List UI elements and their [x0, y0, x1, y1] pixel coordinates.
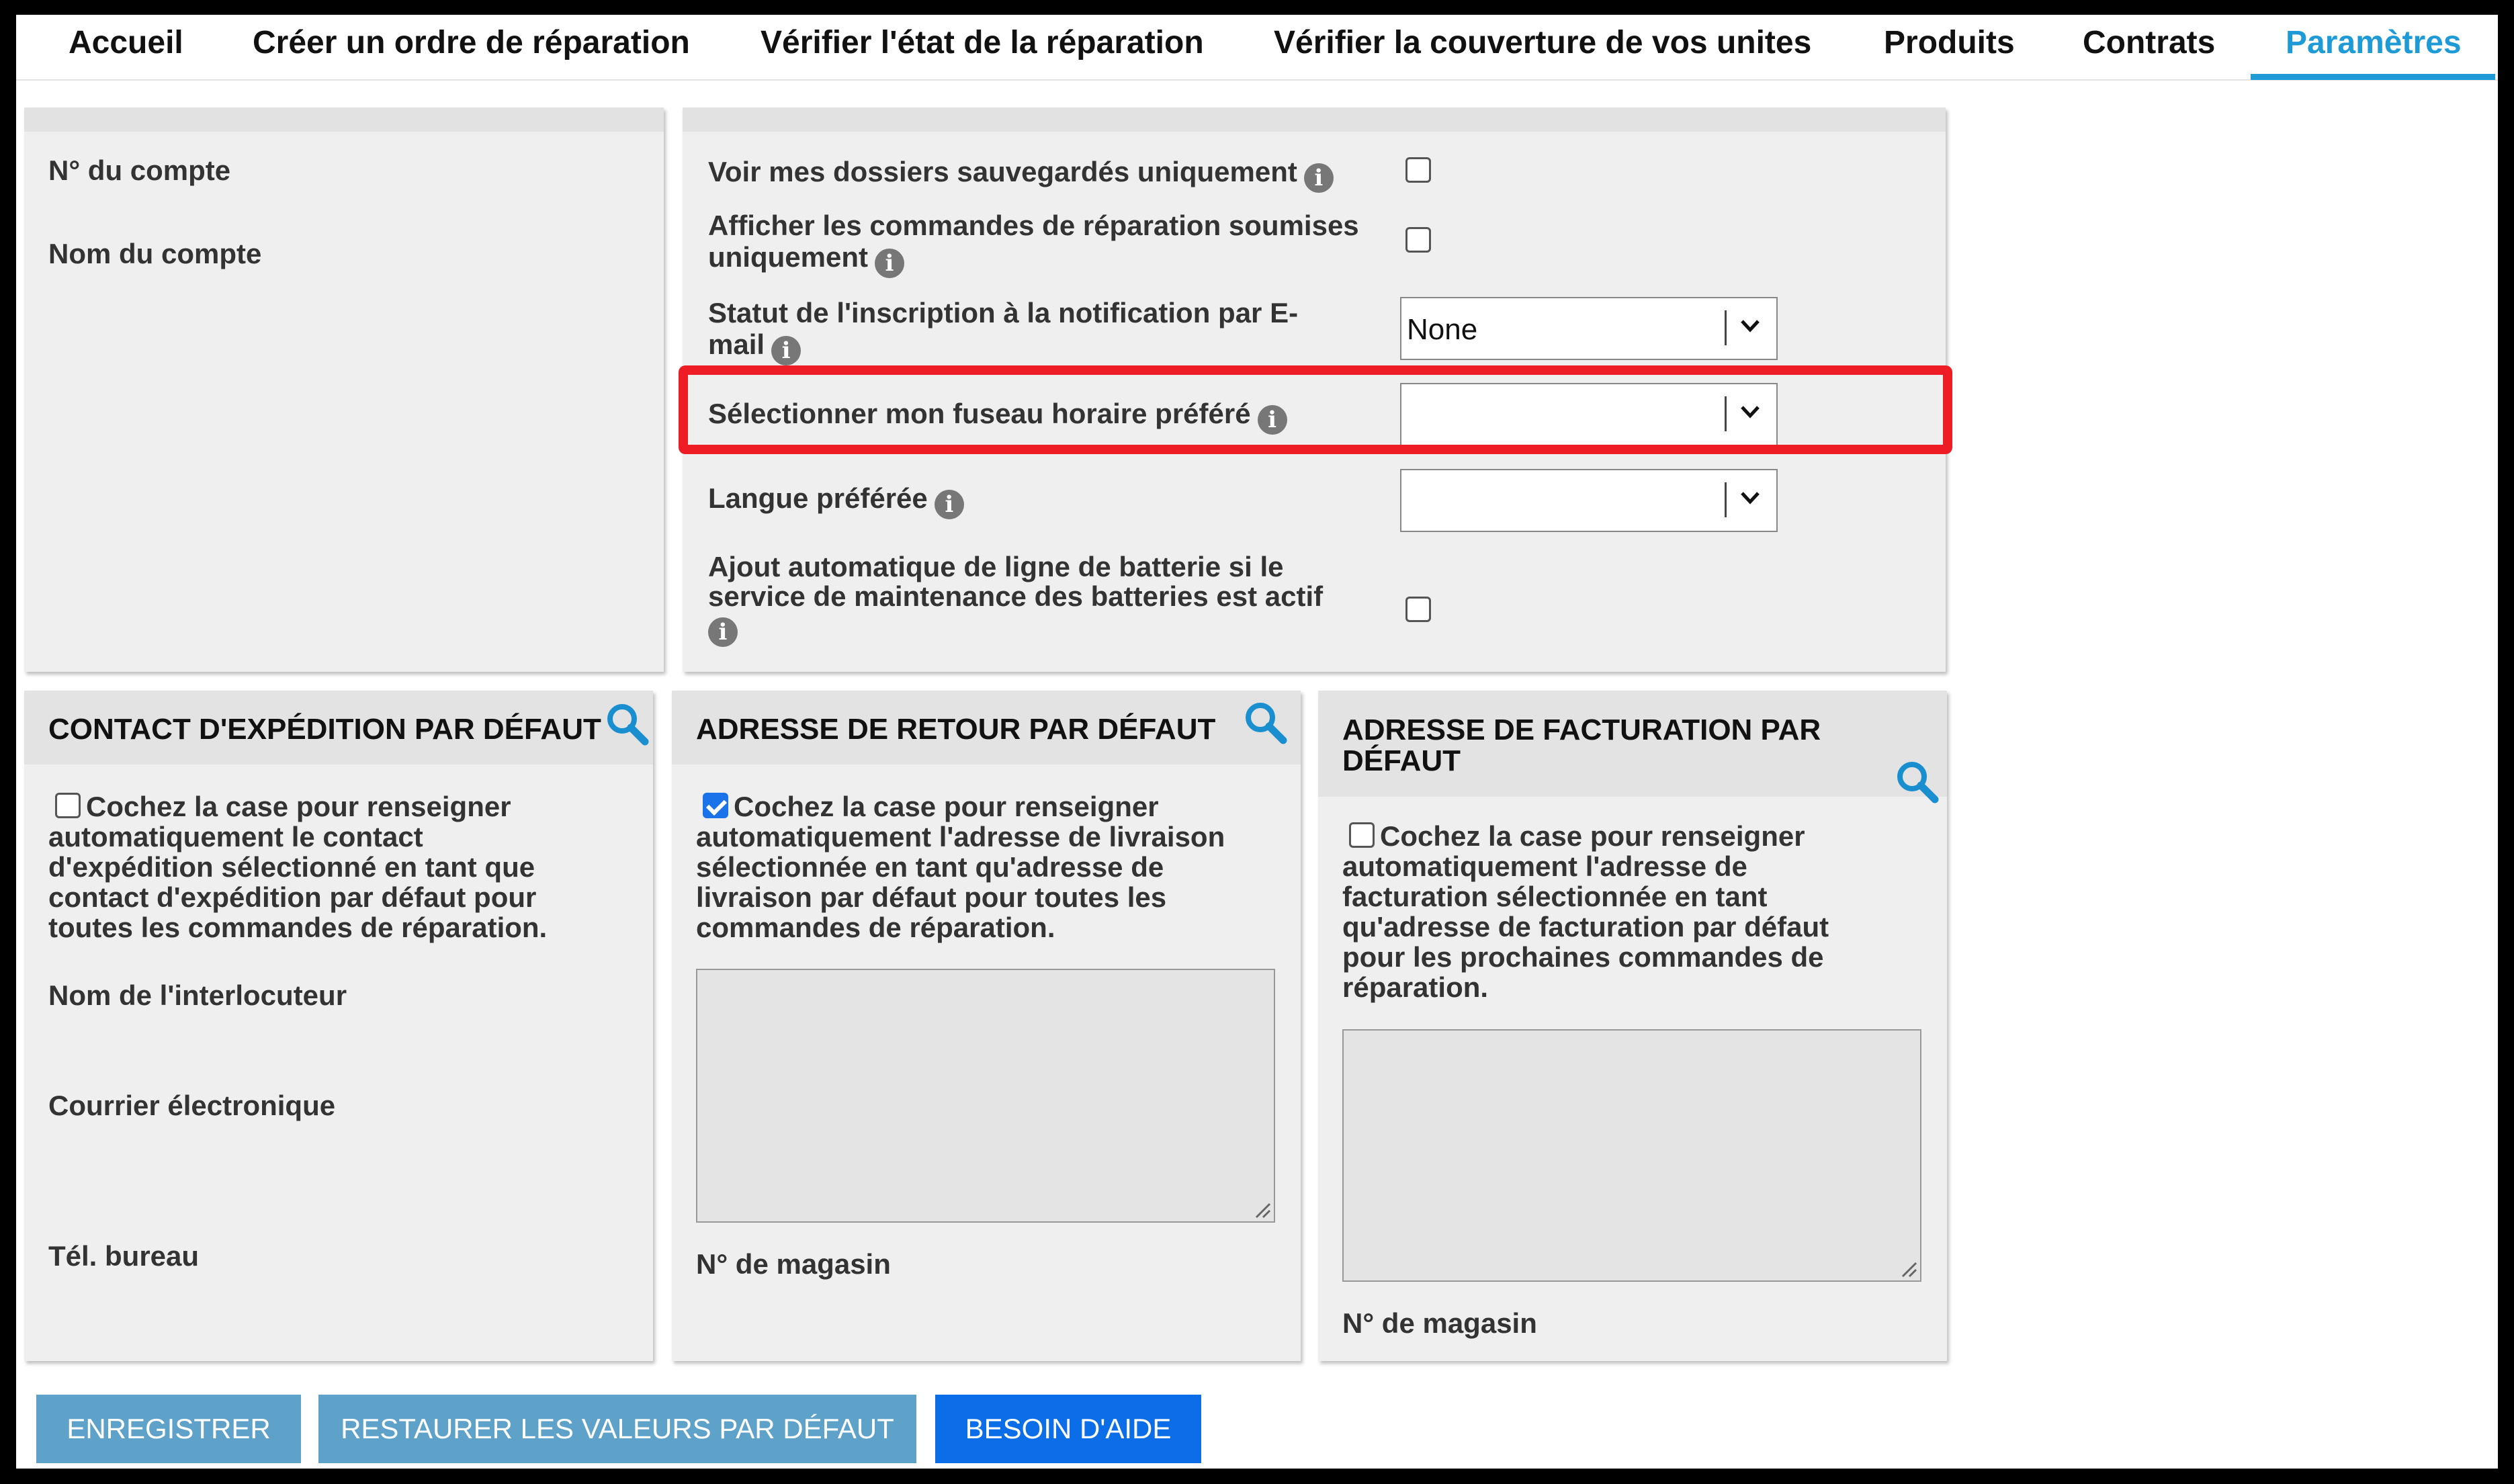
- chevron-down-icon: [1741, 492, 1760, 505]
- main-nav: Accueil Créer un ordre de réparation Vér…: [16, 15, 2498, 81]
- email-notification-value: None: [1407, 313, 1478, 346]
- restore-defaults-button[interactable]: RESTAURER LES VALEURS PAR DÉFAUT: [318, 1395, 916, 1463]
- billing-address-title: ADRESSE DE FACTURATION PAR DÉFAUT: [1342, 715, 1893, 777]
- autofill-line: réparation.: [1342, 971, 1489, 1003]
- tab-check-coverage[interactable]: Vérifier la couverture de vos unites: [1274, 25, 1811, 81]
- active-tab-indicator: [2251, 74, 2495, 80]
- submitted-orders-only-label: Afficher les commandes de réparation sou…: [708, 210, 1420, 279]
- saved-files-only-label: Voir mes dossiers sauvegardés uniquement…: [708, 156, 1334, 193]
- app-window: Accueil Créer un ordre de réparation Vér…: [16, 15, 2498, 1469]
- tab-create-repair-order[interactable]: Créer un ordre de réparation: [253, 25, 690, 81]
- autofill-line: automatiquement le contact: [48, 821, 423, 853]
- panel-header-strip: [24, 107, 664, 132]
- account-panel: N° du compte Nom du compte: [24, 107, 664, 672]
- return-address-title: ADRESSE DE RETOUR PAR DÉFAUT: [696, 713, 1216, 746]
- info-icon[interactable]: i: [934, 490, 964, 519]
- language-label: Langue préférée i: [708, 482, 964, 519]
- submitted-orders-only-text-2: uniquement: [708, 241, 868, 273]
- info-icon[interactable]: i: [771, 336, 801, 366]
- autofill-line: sélectionnée en tant qu'adresse de: [696, 851, 1164, 883]
- info-icon[interactable]: i: [875, 249, 904, 279]
- autofill-line: commandes de réparation.: [696, 912, 1055, 943]
- autofill-line: Cochez la case pour renseigner: [1380, 820, 1805, 852]
- return-address-panel: ADRESSE DE RETOUR PAR DÉFAUT Cochez la c…: [672, 691, 1301, 1361]
- battery-line-label: Ajout automatique de ligne de batterie s…: [708, 552, 1407, 647]
- autofill-line: automatiquement l'adresse de: [1342, 850, 1747, 882]
- search-icon[interactable]: [1893, 758, 1940, 805]
- autofill-line: qu'adresse de facturation par défaut: [1342, 911, 1829, 943]
- autofill-line: contact d'expédition par défaut pour: [48, 881, 537, 913]
- language-text: Langue préférée: [708, 482, 928, 514]
- email-notification-text-2: mail: [708, 329, 765, 361]
- language-select[interactable]: [1400, 469, 1778, 532]
- submitted-orders-only-checkbox[interactable]: [1405, 227, 1431, 253]
- shipping-contact-title: CONTACT D'EXPÉDITION PAR DÉFAUT: [48, 713, 601, 746]
- battery-line-text-2: service de maintenance des batteries est…: [708, 580, 1324, 612]
- email-notification-text-1: Statut de l'inscription à la notificatio…: [708, 297, 1299, 329]
- billing-title-line: DÉFAUT: [1342, 744, 1461, 777]
- shipping-contact-autofill-text: Cochez la case pour renseigner automatiq…: [48, 791, 640, 943]
- tab-settings[interactable]: Paramètres: [2286, 25, 2462, 81]
- submitted-orders-only-text-1: Afficher les commandes de réparation sou…: [708, 210, 1359, 241]
- account-name-label: Nom du compte: [48, 238, 262, 269]
- tab-check-repair-status[interactable]: Vérifier l'état de la réparation: [761, 25, 1204, 81]
- resize-handle-icon[interactable]: [1900, 1260, 1917, 1278]
- help-button[interactable]: BESOIN D'AIDE: [935, 1395, 1201, 1463]
- billing-address-panel: ADRESSE DE FACTURATION PAR DÉFAUT Cochez…: [1318, 691, 1947, 1361]
- contact-name-label: Nom de l'interlocuteur: [48, 979, 347, 1011]
- autofill-line: Cochez la case pour renseigner: [86, 791, 511, 822]
- return-address-textarea[interactable]: [696, 969, 1275, 1223]
- autofill-line: pour les prochaines commandes de: [1342, 941, 1824, 973]
- billing-address-textarea[interactable]: [1342, 1029, 1921, 1282]
- tab-products[interactable]: Produits: [1884, 25, 2015, 81]
- search-icon[interactable]: [1242, 699, 1289, 746]
- resize-handle-icon[interactable]: [1254, 1201, 1271, 1219]
- saved-files-only-checkbox[interactable]: [1405, 157, 1431, 183]
- search-icon[interactable]: [603, 700, 650, 747]
- info-icon[interactable]: i: [708, 617, 738, 647]
- email-notification-label: Statut de l'inscription à la notificatio…: [708, 297, 1380, 366]
- highlight-box: [679, 365, 1952, 454]
- info-icon[interactable]: i: [1303, 163, 1334, 193]
- panel-header-strip: [683, 107, 1946, 132]
- autofill-line: automatiquement l'adresse de livraison: [696, 821, 1225, 853]
- battery-line-text-1: Ajout automatique de ligne de batterie s…: [708, 551, 1284, 582]
- autofill-line: facturation sélectionnée en tant: [1342, 881, 1768, 912]
- return-store-number-label: N° de magasin: [696, 1248, 891, 1280]
- battery-line-checkbox[interactable]: [1405, 597, 1431, 622]
- save-button[interactable]: ENREGISTRER: [36, 1395, 301, 1463]
- autofill-line: Cochez la case pour renseigner: [734, 791, 1159, 822]
- billing-title-line: ADRESSE DE FACTURATION PAR: [1342, 713, 1821, 746]
- autofill-line: livraison par défaut pour toutes les: [696, 881, 1167, 913]
- tab-contracts[interactable]: Contrats: [2083, 25, 2215, 81]
- billing-store-number-label: N° de magasin: [1342, 1307, 1537, 1339]
- account-number-label: N° du compte: [48, 155, 231, 186]
- autofill-line: d'expédition sélectionné en tant que: [48, 851, 535, 883]
- select-separator: [1725, 310, 1727, 345]
- email-label: Courrier électronique: [48, 1090, 336, 1121]
- shipping-contact-panel: CONTACT D'EXPÉDITION PAR DÉFAUT Cochez l…: [24, 691, 653, 1361]
- office-phone-label: Tél. bureau: [48, 1240, 200, 1272]
- saved-files-only-text: Voir mes dossiers sauvegardés uniquement: [708, 156, 1297, 187]
- select-separator: [1725, 482, 1727, 517]
- email-notification-select[interactable]: None: [1400, 297, 1778, 360]
- chevron-down-icon: [1741, 320, 1760, 333]
- return-address-autofill-text: Cochez la case pour renseigner automatiq…: [696, 791, 1287, 943]
- tab-accueil[interactable]: Accueil: [69, 25, 183, 81]
- billing-address-autofill-text: Cochez la case pour renseigner automatiq…: [1342, 821, 1934, 1002]
- autofill-line: toutes les commandes de réparation.: [48, 912, 548, 943]
